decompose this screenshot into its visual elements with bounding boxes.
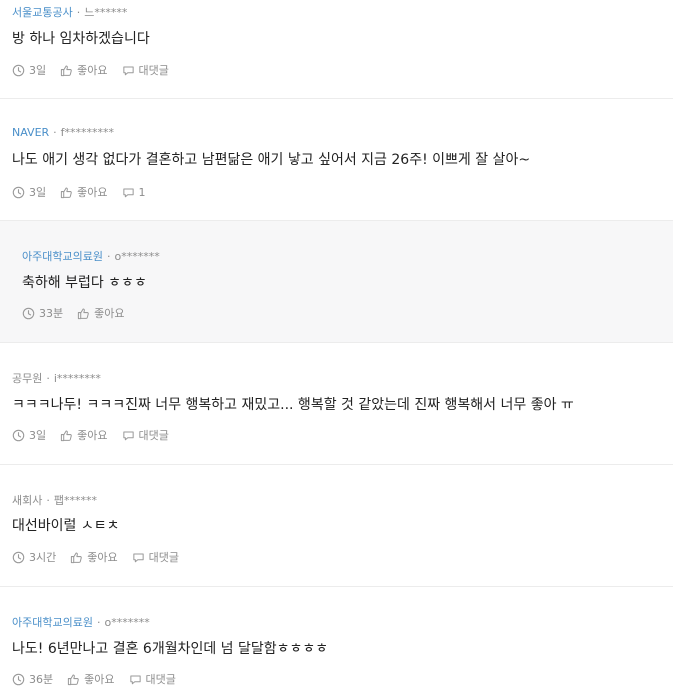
reply-label: 대댓글: [145, 673, 176, 686]
reply-button[interactable]: 대댓글: [132, 549, 179, 565]
like-button[interactable]: 좋아요: [77, 305, 125, 321]
comment-text: 방 하나 임차하겠습니다: [12, 31, 150, 47]
comment-actions: 3일 좋아요 대댓글: [12, 62, 183, 78]
meta-separator: ·: [76, 6, 81, 19]
comment-actions: 3시간 좋아요 대댓글: [12, 549, 193, 565]
comment-meta: 공무원 · i********: [12, 370, 101, 386]
clock-icon: [12, 551, 25, 564]
user-name: o*******: [114, 250, 160, 263]
comment-item: 새회사 · 팹****** 대선바이럴 ㅅㅌㅊ 3시간 좋아요 대댓글: [0, 465, 673, 587]
comment-item: NAVER · f********* 나도 애기 생각 없다가 결혼하고 남편닮은 …: [0, 99, 673, 221]
meta-separator: ·: [106, 250, 111, 263]
comment-item: 서울교통공사 · 느****** 방 하나 임차하겠습니다 3일 좋아요 대댓글: [0, 0, 673, 99]
comment-text: 나도 애기 생각 없다가 결혼하고 남편닮은 애기 낳고 싶어서 지금 26주!…: [12, 152, 531, 168]
company-name[interactable]: 새회사: [12, 494, 42, 507]
comment-meta: NAVER · f*********: [12, 126, 114, 139]
time-text: 3일: [29, 186, 47, 199]
like-label: 좋아요: [94, 307, 125, 320]
like-button[interactable]: 좋아요: [60, 62, 108, 78]
like-label: 좋아요: [77, 186, 108, 199]
company-name[interactable]: 공무원: [12, 372, 42, 385]
meta-separator: ·: [46, 494, 50, 507]
reply-button[interactable]: 대댓글: [129, 671, 176, 687]
time-text: 3일: [29, 64, 47, 77]
timestamp: 3일: [12, 62, 46, 78]
comment-meta: 새회사 · 팹******: [12, 492, 97, 508]
reply-item: 아주대학교의료원 · o******* 축하해 부럽다 ㅎㅎㅎ 33분 좋아요: [0, 221, 673, 343]
thumbs-up-icon: [67, 673, 80, 686]
user-name: i********: [53, 372, 101, 385]
like-button[interactable]: 좋아요: [67, 671, 115, 687]
company-name[interactable]: NAVER: [12, 126, 49, 139]
comment-text: ㅋㅋㅋ나두! ㅋㅋㅋ진짜 너무 행복하고 재밌고... 행복할 것 같았는데 진…: [12, 397, 574, 413]
comment-meta: 아주대학교의료원 · o*******: [22, 248, 160, 264]
user-name: 느******: [84, 6, 128, 19]
timestamp: 3일: [12, 427, 46, 443]
comment-meta: 아주대학교의료원 · o*******: [12, 614, 150, 630]
time-text: 3시간: [29, 551, 57, 564]
speech-bubble-icon: [132, 551, 145, 564]
timestamp: 36분: [12, 671, 53, 687]
thumbs-up-icon: [60, 186, 73, 199]
comment-text: 나도! 6년만나고 결혼 6개월차인데 넘 달달함ㅎㅎㅎㅎ: [12, 641, 329, 657]
comment-text: 축하해 부럽다 ㅎㅎㅎ: [22, 275, 147, 291]
user-name: 팹******: [53, 494, 97, 507]
timestamp: 3일: [12, 184, 46, 200]
time-text: 33분: [39, 307, 64, 320]
comment-meta: 서울교통공사 · 느******: [12, 4, 127, 20]
clock-icon: [12, 186, 25, 199]
meta-separator: ·: [53, 126, 57, 139]
reply-button[interactable]: 대댓글: [122, 427, 169, 443]
timestamp: 3시간: [12, 549, 56, 565]
speech-bubble-icon: [122, 186, 135, 199]
comment-actions: 33분 좋아요: [22, 305, 139, 321]
clock-icon: [12, 673, 25, 686]
like-label: 좋아요: [77, 429, 108, 442]
like-label: 좋아요: [87, 551, 118, 564]
comment-item: 아주대학교의료원 · o******* 나도! 6년만나고 결혼 6개월차인데 넘 …: [0, 587, 673, 692]
clock-icon: [22, 307, 35, 320]
comment-actions: 36분 좋아요 대댓글: [12, 671, 190, 687]
timestamp: 33분: [22, 305, 63, 321]
thumbs-up-icon: [70, 551, 83, 564]
comment-item: 공무원 · i******** ㅋㅋㅋ나두! ㅋㅋㅋ진짜 너무 행복하고 재밌고..…: [0, 343, 673, 465]
speech-bubble-icon: [129, 673, 142, 686]
clock-icon: [12, 429, 25, 442]
speech-bubble-icon: [122, 429, 135, 442]
thumbs-up-icon: [77, 307, 90, 320]
comment-text: 대선바이럴 ㅅㅌㅊ: [12, 518, 120, 534]
user-name: f*********: [60, 126, 115, 139]
reply-button[interactable]: 대댓글: [122, 62, 169, 78]
reply-count-button[interactable]: 1: [122, 186, 146, 199]
speech-bubble-icon: [122, 64, 135, 77]
like-button[interactable]: 좋아요: [60, 184, 108, 200]
user-name: o*******: [104, 616, 150, 629]
reply-label: 대댓글: [138, 429, 169, 442]
like-button[interactable]: 좋아요: [70, 549, 118, 565]
comment-actions: 3일 좋아요 대댓글: [12, 427, 183, 443]
meta-separator: ·: [96, 616, 101, 629]
thumbs-up-icon: [60, 64, 73, 77]
reply-count: 1: [138, 185, 146, 199]
reply-label: 대댓글: [148, 551, 179, 564]
like-label: 좋아요: [77, 64, 108, 77]
like-label: 좋아요: [84, 673, 115, 686]
comment-actions: 3일 좋아요 1: [12, 184, 160, 200]
meta-separator: ·: [46, 372, 50, 385]
thumbs-up-icon: [60, 429, 73, 442]
time-text: 36분: [29, 673, 54, 686]
company-name[interactable]: 아주대학교의료원: [12, 616, 93, 629]
time-text: 3일: [29, 429, 47, 442]
company-name[interactable]: 아주대학교의료원: [22, 250, 103, 263]
like-button[interactable]: 좋아요: [60, 427, 108, 443]
company-name[interactable]: 서울교통공사: [12, 6, 73, 19]
clock-icon: [12, 64, 25, 77]
reply-label: 대댓글: [138, 64, 169, 77]
